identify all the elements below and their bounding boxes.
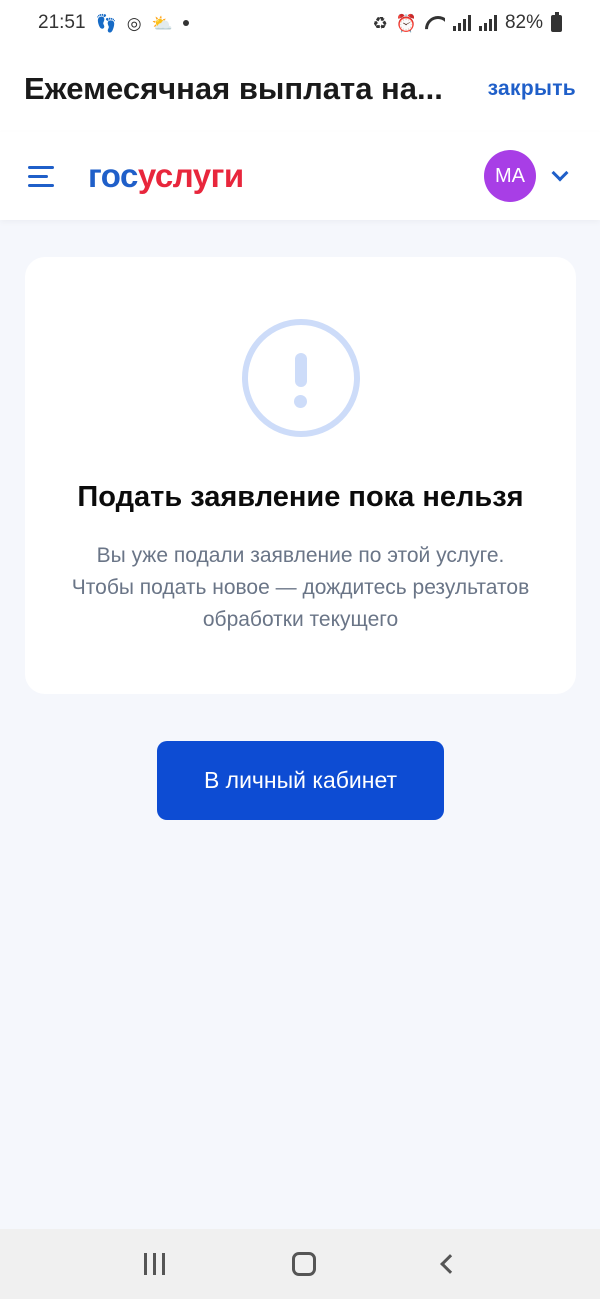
app-header: госуслуги МА bbox=[0, 132, 600, 220]
weather-icon: ⛅ bbox=[151, 13, 173, 33]
battery-percent: 82% bbox=[504, 12, 543, 33]
status-bar: 21:51 👣 ◎ ⛅ ♻ ⏰ 82% bbox=[0, 0, 600, 46]
wifi-icon bbox=[425, 16, 445, 30]
info-card: Подать заявление пока нельзя Вы уже пода… bbox=[25, 257, 576, 694]
instagram-icon: ◎ bbox=[126, 13, 142, 33]
battery-icon bbox=[551, 11, 562, 32]
menu-icon[interactable] bbox=[28, 164, 58, 188]
battery-saver-icon: ♻ bbox=[372, 13, 388, 33]
footsteps-icon: 👣 bbox=[95, 13, 117, 33]
exclamation-circle-icon bbox=[241, 319, 360, 437]
status-left: 21:51 👣 ◎ ⛅ bbox=[38, 12, 189, 34]
personal-account-button[interactable]: В личный кабинет bbox=[157, 741, 444, 820]
status-time: 21:51 bbox=[38, 12, 86, 33]
system-nav-bar bbox=[0, 1229, 600, 1299]
home-icon[interactable] bbox=[291, 1252, 316, 1276]
chevron-down-icon[interactable] bbox=[551, 164, 569, 182]
signal-icon bbox=[452, 15, 471, 31]
dot-icon bbox=[182, 20, 189, 26]
page-title: Ежемесячная выплата на... bbox=[24, 71, 443, 106]
back-icon[interactable] bbox=[439, 1254, 460, 1274]
recent-apps-icon[interactable] bbox=[143, 1253, 165, 1275]
gosuslugi-logo[interactable]: госуслуги bbox=[88, 157, 244, 195]
alarm-icon: ⏰ bbox=[395, 13, 417, 33]
signal-icon bbox=[478, 15, 497, 31]
screen: 21:51 👣 ◎ ⛅ ♻ ⏰ 82% Ежемесячная выплата … bbox=[0, 0, 600, 1299]
logo-part-uslugi: услуги bbox=[137, 157, 244, 194]
card-title: Подать заявление пока нельзя bbox=[77, 481, 524, 513]
close-button[interactable]: закрыть bbox=[488, 77, 576, 101]
title-bar: Ежемесячная выплата на... закрыть bbox=[0, 46, 600, 132]
avatar[interactable]: МА bbox=[484, 150, 536, 202]
logo-part-gos: гос bbox=[88, 157, 138, 194]
status-right: ♻ ⏰ 82% bbox=[372, 11, 562, 34]
card-text: Вы уже подали заявление по этой услуге. … bbox=[71, 544, 530, 631]
